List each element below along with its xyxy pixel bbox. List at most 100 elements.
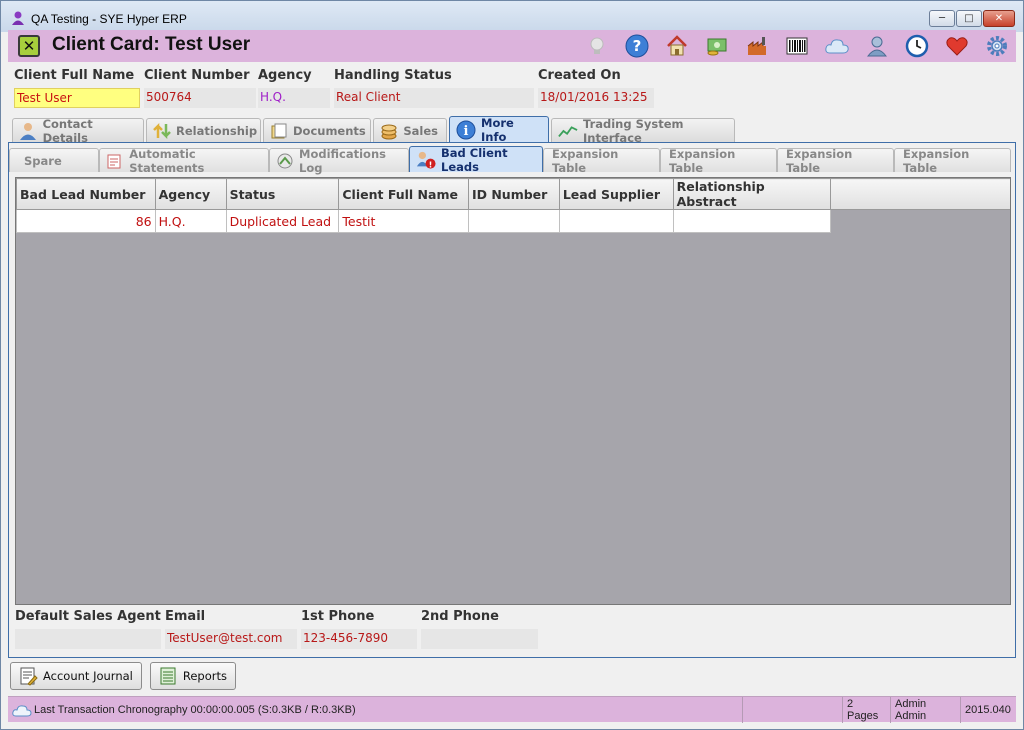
subtab-expansion-table-3[interactable]: Expansion Table bbox=[777, 147, 894, 175]
default-sales-agent-field: Default Sales Agent bbox=[15, 609, 161, 649]
col-agency[interactable]: Agency bbox=[154, 178, 227, 210]
client-number-field: Client Number 500764 bbox=[144, 68, 256, 108]
phone2-value[interactable] bbox=[421, 629, 538, 649]
tab-contact-details[interactable]: Contact Details bbox=[12, 117, 144, 145]
window-title: QA Testing - SYE Hyper ERP bbox=[31, 12, 187, 26]
handling-status-field: Handling Status Real Client bbox=[334, 68, 534, 108]
cloud-icon[interactable] bbox=[824, 33, 850, 59]
svg-text:i: i bbox=[464, 124, 469, 139]
tab-more-info[interactable]: i More Info bbox=[449, 116, 549, 144]
agency-label: Agency bbox=[258, 68, 312, 83]
row-filler bbox=[831, 210, 1010, 233]
minimize-button[interactable]: ─ bbox=[929, 10, 955, 27]
subtab-label: Modifications Log bbox=[299, 146, 386, 175]
tab-relationship[interactable]: Relationship bbox=[146, 118, 261, 142]
lightbulb-icon[interactable] bbox=[584, 33, 610, 59]
cell-relationship-abstract[interactable] bbox=[672, 209, 832, 233]
toolbar: ? bbox=[570, 33, 1010, 59]
info-icon: i bbox=[456, 120, 476, 139]
phone1-value[interactable]: 123-456-7890 bbox=[301, 629, 417, 649]
email-value[interactable]: TestUser@test.com bbox=[165, 629, 297, 649]
cell-bad-lead-number[interactable]: 86 bbox=[16, 209, 156, 233]
subtab-bad-client-leads[interactable]: ! Bad Client Leads bbox=[409, 146, 543, 174]
tab-label: Sales bbox=[403, 123, 438, 138]
status-empty bbox=[742, 697, 842, 723]
col-lead-supplier[interactable]: Lead Supplier bbox=[558, 178, 674, 210]
help-icon[interactable]: ? bbox=[624, 33, 650, 59]
heart-icon[interactable] bbox=[944, 33, 970, 59]
account-journal-label: Account Journal bbox=[43, 669, 133, 683]
subtab-expansion-table-1[interactable]: Expansion Table bbox=[543, 146, 660, 175]
tab-label: Documents bbox=[293, 123, 366, 138]
col-id-number[interactable]: ID Number bbox=[467, 178, 560, 210]
subtab-spare[interactable]: Spare bbox=[9, 148, 99, 172]
client-full-name-label: Client Full Name bbox=[14, 68, 135, 83]
home-icon[interactable] bbox=[664, 33, 690, 59]
tab-sales[interactable]: Sales bbox=[373, 118, 447, 142]
handling-status-label: Handling Status bbox=[334, 68, 452, 83]
subtab-modifications-log[interactable]: Modifications Log bbox=[269, 146, 409, 175]
table-header-row: Bad Lead Number Agency Status Client Ful… bbox=[16, 178, 1010, 210]
cell-status[interactable]: Duplicated Lead bbox=[225, 209, 340, 233]
contact-summary-fields: Default Sales Agent Email TestUser@test.… bbox=[9, 609, 1017, 655]
close-x-icon: ✕ bbox=[22, 37, 36, 55]
handling-status-value[interactable]: Real Client bbox=[334, 88, 534, 108]
table-row[interactable]: 86 H.Q. Duplicated Lead Testit bbox=[16, 209, 1011, 233]
cell-id-number[interactable] bbox=[467, 209, 560, 233]
close-card-button[interactable]: ✕ bbox=[18, 35, 40, 57]
money-icon[interactable] bbox=[704, 33, 730, 59]
status-cloud-icon bbox=[12, 701, 34, 719]
sales-icon bbox=[380, 122, 398, 140]
account-journal-button[interactable]: Account Journal bbox=[10, 662, 142, 690]
subtab-label: Expansion Table bbox=[669, 146, 736, 175]
tab-trading-system-interface[interactable]: Trading System Interface bbox=[551, 117, 735, 145]
close-window-button[interactable]: ✕ bbox=[983, 10, 1015, 27]
subtab-label: Expansion Table bbox=[552, 146, 619, 175]
cell-client-full-name[interactable]: Testit bbox=[338, 209, 469, 233]
documents-icon bbox=[270, 122, 288, 140]
col-client-full-name[interactable]: Client Full Name bbox=[338, 178, 469, 210]
reports-button[interactable]: Reports bbox=[149, 662, 236, 690]
bad-leads-icon: ! bbox=[416, 151, 436, 169]
phone2-field: 2nd Phone bbox=[421, 609, 538, 649]
barcode-icon[interactable] bbox=[784, 33, 810, 59]
app-icon bbox=[10, 10, 26, 26]
maximize-icon: □ bbox=[964, 13, 974, 24]
default-sales-agent-value[interactable] bbox=[15, 629, 161, 649]
clock-icon[interactable] bbox=[904, 33, 930, 59]
client-full-name-input[interactable]: Test User bbox=[14, 88, 140, 108]
subtab-label: Automatic Statements bbox=[129, 146, 205, 175]
status-version: 2015.040 bbox=[960, 697, 1016, 723]
sub-tabs: Spare Automatic Statements Modifications… bbox=[9, 146, 1011, 175]
page-title: Client Card: Test User bbox=[52, 34, 251, 55]
col-bad-lead-number[interactable]: Bad Lead Number bbox=[16, 178, 156, 210]
svg-text:?: ? bbox=[633, 37, 642, 55]
col-relationship-abstract[interactable]: Relationship Abstract bbox=[672, 178, 832, 210]
status-pages: 2 Pages bbox=[842, 697, 890, 723]
phone1-label: 1st Phone bbox=[301, 609, 375, 624]
contact-icon bbox=[19, 122, 38, 140]
subtab-automatic-statements[interactable]: Automatic Statements bbox=[99, 146, 269, 175]
chart-line-icon bbox=[558, 122, 578, 140]
agency-value[interactable]: H.Q. bbox=[258, 88, 330, 108]
user-icon[interactable] bbox=[864, 33, 890, 59]
col-status[interactable]: Status bbox=[225, 178, 340, 210]
client-number-label: Client Number bbox=[144, 68, 250, 83]
modifications-log-icon bbox=[276, 152, 294, 170]
close-icon: ✕ bbox=[994, 13, 1004, 24]
header-filler bbox=[830, 178, 1010, 210]
cell-agency[interactable]: H.Q. bbox=[154, 209, 227, 233]
maximize-button[interactable]: □ bbox=[956, 10, 982, 27]
client-fields: Client Full Name Test User Client Number… bbox=[0, 68, 1024, 112]
tab-label: Relationship bbox=[176, 123, 258, 138]
email-field: Email TestUser@test.com bbox=[165, 609, 297, 649]
cell-lead-supplier[interactable] bbox=[558, 209, 674, 233]
created-on-label: Created On bbox=[538, 68, 621, 83]
tab-documents[interactable]: Documents bbox=[263, 118, 371, 142]
subtab-expansion-table-2[interactable]: Expansion Table bbox=[660, 146, 777, 175]
subtab-expansion-table-4[interactable]: Expansion Table bbox=[894, 147, 1011, 175]
gear-icon[interactable] bbox=[984, 33, 1010, 59]
status-transaction-text: Last Transaction Chronography 00:00:00.0… bbox=[34, 704, 356, 716]
factory-icon[interactable] bbox=[744, 33, 770, 59]
reports-icon bbox=[157, 665, 179, 687]
